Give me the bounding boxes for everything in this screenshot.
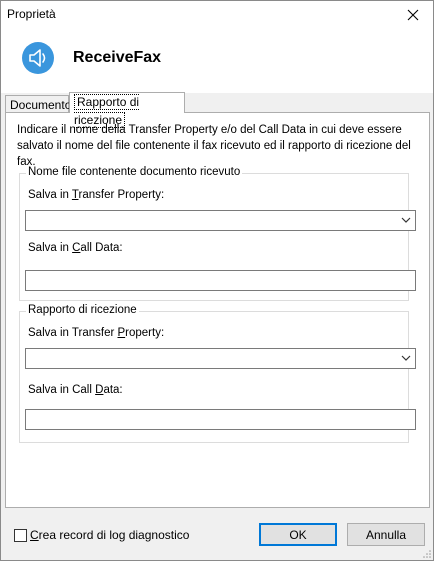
title-bar: Proprietà bbox=[1, 1, 433, 29]
transfer-property-label: Salva in Transfer Property: bbox=[28, 189, 165, 201]
close-button[interactable] bbox=[393, 1, 433, 29]
tab-rapporto-di-ricezione[interactable]: Rapporto di ricezione bbox=[69, 92, 185, 128]
ok-label: OK bbox=[289, 527, 307, 542]
close-icon bbox=[407, 9, 419, 21]
transfer-property-combo[interactable] bbox=[25, 348, 416, 369]
transfer-property-label: Salva in Transfer Property: bbox=[28, 327, 165, 339]
call-data-label: Salva in Call Data: bbox=[28, 384, 123, 396]
tab-panel: Indicare il nome della Transfer Property… bbox=[5, 112, 430, 508]
description-text: Indicare il nome della Transfer Property… bbox=[17, 124, 411, 168]
cancel-button[interactable]: Annulla bbox=[347, 523, 425, 546]
diagnostic-log-label[interactable]: Crea record di log diagnostico bbox=[30, 528, 189, 542]
call-data-label: Salva in Call Data: bbox=[28, 242, 123, 254]
app-name: ReceiveFax bbox=[73, 49, 162, 66]
call-data-input[interactable] bbox=[25, 409, 416, 430]
group-received-document: Nome file contenente documento ricevuto … bbox=[19, 166, 416, 301]
diagnostic-log-checkbox[interactable] bbox=[14, 529, 27, 542]
group-title: Rapporto di ricezione bbox=[26, 304, 139, 316]
chevron-down-icon bbox=[401, 217, 411, 223]
call-data-input[interactable] bbox=[25, 270, 416, 291]
resize-grip-icon[interactable] bbox=[422, 549, 432, 559]
properties-dialog: Proprietà ReceiveFax Documento Rapporto … bbox=[0, 0, 434, 561]
transfer-property-combo[interactable] bbox=[25, 210, 416, 231]
ok-button[interactable]: OK bbox=[259, 523, 337, 546]
speaker-icon bbox=[22, 42, 54, 74]
dialog-header: ReceiveFax bbox=[1, 29, 433, 93]
group-reception-report: Rapporto di ricezione Salva in Transfer … bbox=[19, 304, 416, 443]
tab-documento[interactable]: Documento bbox=[5, 95, 72, 113]
window-title: Proprietà bbox=[7, 7, 56, 21]
tab-label: Documento bbox=[10, 98, 72, 112]
chevron-down-icon bbox=[401, 355, 411, 361]
group-title: Nome file contenente documento ricevuto bbox=[26, 166, 243, 178]
cancel-label: Annulla bbox=[365, 527, 407, 542]
